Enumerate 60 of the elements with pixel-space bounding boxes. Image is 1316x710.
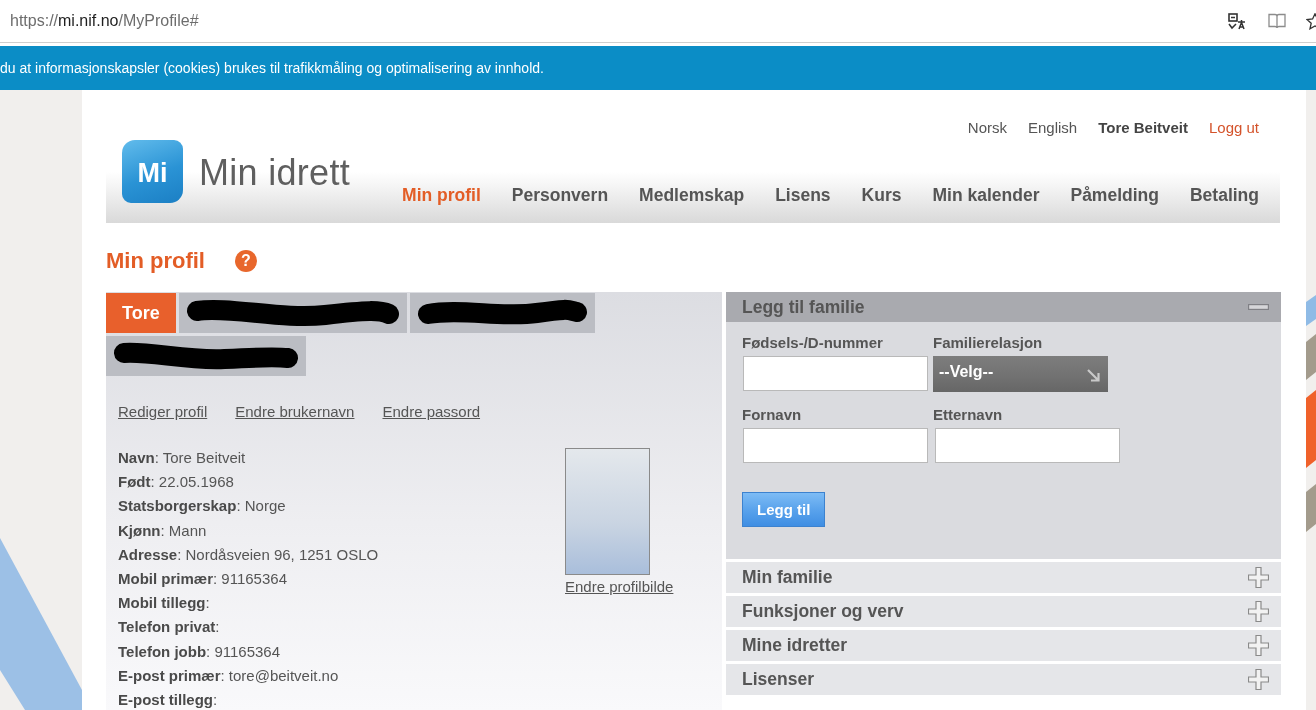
person-tab[interactable] [178,293,407,333]
nav-link[interactable]: Påmelding [1070,185,1159,205]
nav-link[interactable]: Kurs [861,185,902,205]
book-icon[interactable] [1268,13,1286,29]
nav-link[interactable]: Lisens [775,185,831,205]
relation-dropdown[interactable]: --Velg-- [933,356,1108,392]
accordion-header[interactable]: Min familie [726,562,1281,593]
scribble-icon [185,298,400,328]
plus-icon [1248,567,1269,588]
plus-icon [1248,669,1269,690]
scribble-icon [113,341,299,371]
logo-text[interactable]: Min idrett [199,151,351,194]
language-link[interactable]: English [1028,118,1078,138]
person-tab[interactable] [106,336,306,376]
accordion-header[interactable]: Legg til familie [726,292,1281,322]
profile-field: Kjønn: Mann [118,518,565,543]
profile-field: Telefon jobb: 91165364 [118,639,565,664]
nav-link[interactable]: Medlemskap [639,185,745,205]
nav-link[interactable]: Min kalender [932,185,1040,205]
logo-mark[interactable]: Mi [122,140,183,203]
page-title: Min profil [106,248,205,274]
profile-field: E-post primær: tore@beitveit.no [118,663,565,688]
field-label: Familierelasjon [933,334,1043,352]
nav-link[interactable]: Betaling [1189,185,1259,205]
cookie-notice: du at informasjonskapsler (cookies) brukes til trafikkmåling og optimalisering av innhold. [0,46,1316,90]
plus-icon [1248,635,1269,656]
user-name-link[interactable]: Tore Beitveit [1098,118,1188,138]
star-icon[interactable] [1306,12,1316,30]
translate-icon[interactable] [1228,12,1246,30]
plus-icon [1248,601,1269,622]
accordion-header[interactable]: Mine idretter [726,630,1281,661]
input-field[interactable] [935,428,1120,463]
accordion-header[interactable]: Funksjoner og verv [726,596,1281,627]
address-text[interactable]: https://mi.nif.no/MyProfile# [10,12,199,30]
profile-link[interactable]: Endre brukernavn [235,403,355,421]
help-button[interactable]: ? [235,250,257,272]
profile-field: Født: 22.05.1968 [118,470,565,495]
profile-field: Mobil tillegg: [118,591,565,616]
accordion-header[interactable]: Lisenser [726,664,1281,695]
person-tab[interactable]: Tore [106,293,176,333]
nav-link[interactable]: Personvern [511,185,609,205]
input-field[interactable] [743,356,928,391]
profile-link[interactable]: Endre passord [382,403,481,421]
change-photo-link[interactable]: Endre profilbilde [565,578,674,596]
profile-field: Navn: Tore Beitveit [118,446,565,471]
down-right-arrow-icon [1087,368,1100,382]
field-label: Fornavn [742,406,802,424]
profile-link[interactable]: Rediger profil [118,403,208,421]
profile-field: Statsborgerskap: Norge [118,494,565,519]
minus-icon [1248,304,1269,310]
field-label: Fødsels-/D-nummer [742,334,883,352]
profile-field: Telefon privat: [118,615,565,640]
field-label: Etternavn [933,406,1003,424]
profile-field: Mobil primær: 91165364 [118,566,565,592]
language-link[interactable]: Norsk [967,118,1007,138]
input-field[interactable] [743,428,928,463]
logout-link[interactable]: Logg ut [1208,118,1259,138]
profile-field: E-post tillegg: [118,687,565,710]
person-tab[interactable] [409,293,595,333]
profile-field: Adresse: Nordåsveien 96, 1251 OSLO [118,542,565,567]
